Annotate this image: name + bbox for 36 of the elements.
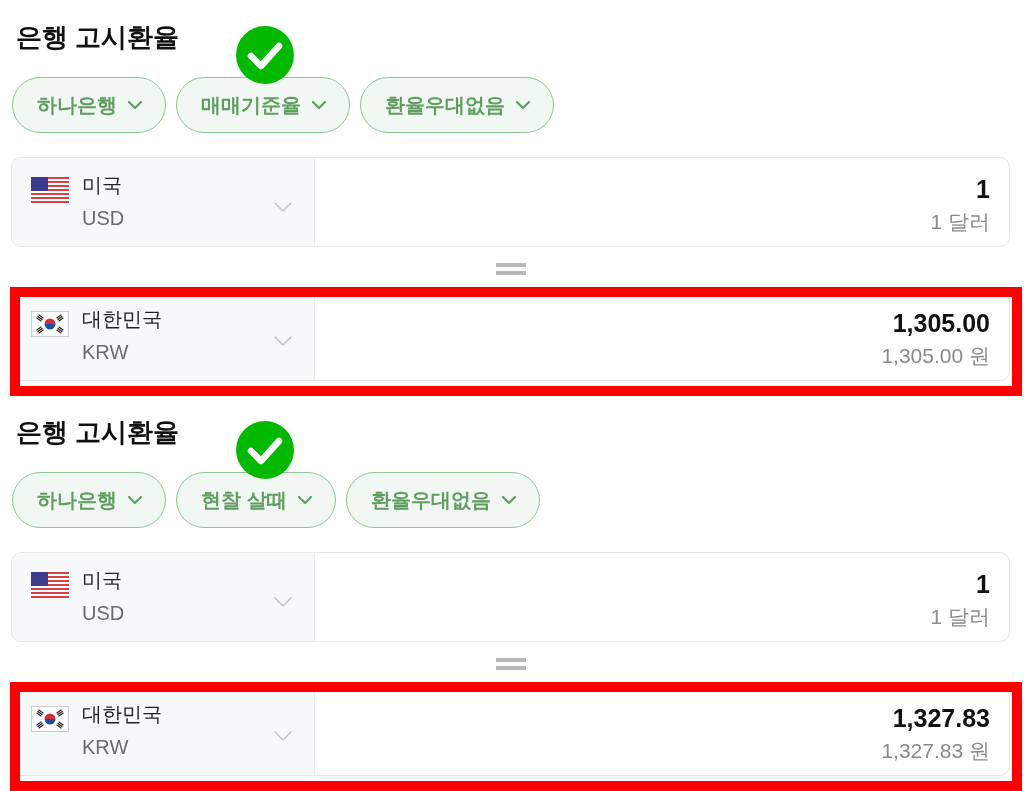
kr-flag-icon	[31, 311, 69, 337]
chevron-down-icon	[274, 597, 292, 608]
country-name: 미국	[82, 568, 123, 593]
kr-flag-icon	[31, 706, 69, 732]
chevron-down-icon	[127, 100, 143, 110]
amount-in-words: 1 달러	[930, 209, 990, 235]
amount-input[interactable]: 1,305.00	[315, 308, 990, 340]
us-flag-icon	[31, 177, 69, 203]
section-title: 은행 고시환율	[15, 21, 181, 54]
equals-icon	[495, 261, 526, 277]
currency-dropdown[interactable]: 미국 USD	[12, 553, 315, 641]
amount-in-words: 1,305.00 원	[881, 343, 990, 369]
currency-code: KRW	[82, 340, 130, 365]
country-name: 대한민국	[82, 307, 162, 332]
country-name: 미국	[82, 173, 123, 198]
section-title: 은행 고시환율	[15, 416, 181, 449]
chevron-down-icon	[127, 495, 143, 505]
amount-input[interactable]: 1,327.83	[315, 703, 990, 735]
chevron-down-icon	[500, 495, 517, 505]
chevron-down-icon	[274, 336, 292, 347]
currency-code: USD	[82, 601, 125, 626]
us-flag-icon	[31, 572, 69, 598]
equals-icon	[495, 656, 526, 672]
currency-code: KRW	[82, 735, 130, 760]
chevron-down-icon	[274, 731, 292, 742]
currency-code: USD	[82, 206, 125, 231]
amount-input[interactable]: 1	[315, 569, 990, 601]
chevron-down-icon	[296, 495, 313, 505]
chevron-down-icon	[274, 202, 292, 213]
currency-dropdown[interactable]: 미국 USD	[12, 158, 315, 246]
country-name: 대한민국	[82, 702, 162, 727]
amount-in-words: 1 달러	[930, 604, 990, 630]
amount-in-words: 1,327.83 원	[881, 738, 990, 764]
chevron-down-icon	[311, 100, 327, 110]
chevron-down-icon	[515, 100, 531, 110]
amount-input[interactable]: 1	[315, 174, 990, 206]
